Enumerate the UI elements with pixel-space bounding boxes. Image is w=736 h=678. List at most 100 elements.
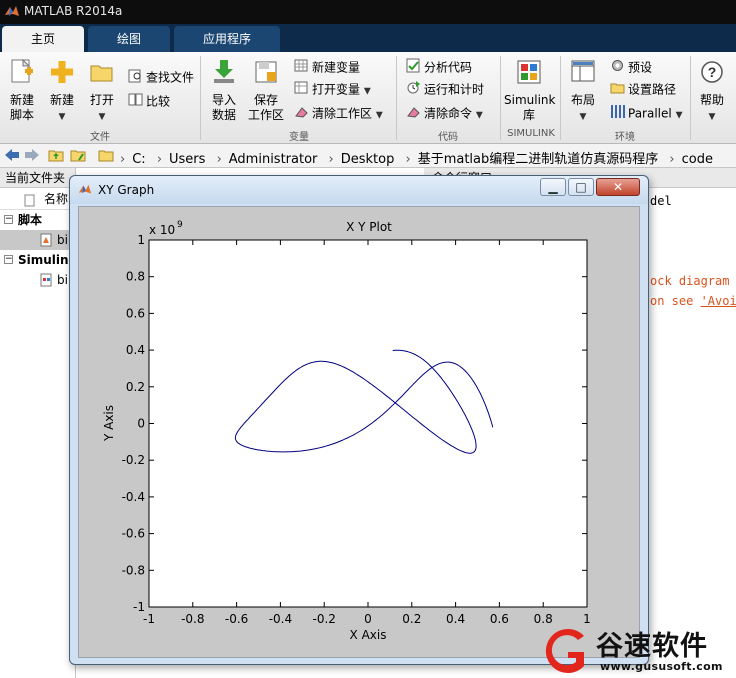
current-folder-title: 当前文件夹 xyxy=(0,168,75,188)
breadcrumb-item[interactable]: Administrator xyxy=(229,152,318,167)
command-warning-line: ock diagram ' xyxy=(650,274,736,288)
preferences-button[interactable]: 预设 xyxy=(610,58,652,76)
up-folder-icon[interactable] xyxy=(48,148,64,165)
group-label-code: 代码 xyxy=(438,132,458,143)
find-files-button[interactable]: 查找文件 xyxy=(128,68,194,86)
maximize-button[interactable]: □ xyxy=(568,178,594,196)
x-tick-labels: -1 -0.8 -0.6 -0.4 -0.2 0 0.2 0.4 0.6 0.8 1 xyxy=(143,612,591,626)
tab-plots[interactable]: 绘图 xyxy=(88,26,170,52)
y-tick-label: -0.6 xyxy=(122,527,145,541)
clear-workspace-button[interactable]: 清除工作区 ▼ xyxy=(294,104,383,122)
breadcrumb-item[interactable]: 基于matlab编程二进制轨道仿真源码程序 xyxy=(418,152,659,167)
breadcrumb-item[interactable]: Desktop xyxy=(341,152,395,167)
analyze-code-icon xyxy=(406,58,421,78)
new-variable-button[interactable]: 新建变量 xyxy=(294,58,360,76)
y-tick-label: 0 xyxy=(137,417,145,431)
help-button[interactable]: ? 帮助 ▼ xyxy=(694,58,730,125)
y-tick-label: 0.8 xyxy=(126,270,145,284)
analyze-code-button[interactable]: 分析代码 xyxy=(406,58,472,76)
ribbon-separator xyxy=(200,56,201,140)
find-files-label: 查找文件 xyxy=(146,70,195,85)
set-path-button[interactable]: 设置路径 xyxy=(610,80,676,98)
scripts-group[interactable]: − 脚本 xyxy=(0,210,75,230)
y-tick-label: -0.8 xyxy=(122,563,145,577)
open-variable-button[interactable]: 打开变量 ▼ xyxy=(294,80,371,98)
browse-folder-icon[interactable] xyxy=(70,148,86,165)
clear-workspace-icon xyxy=(294,104,309,124)
simulink-library-button[interactable]: Simulink 库 xyxy=(504,58,555,123)
new-variable-label: 新建变量 xyxy=(312,60,361,75)
simulink-group[interactable]: − Simulink xyxy=(0,250,77,270)
command-warning-line: on see 'Avoi xyxy=(650,294,736,308)
watermark-brand: 谷速软件 xyxy=(596,631,708,662)
figure-canvas: X Y Plot x 10 9 -1 -0.8 -0.6 -0.4 -0.2 0 0.2 0.… xyxy=(78,206,640,658)
import-data-icon xyxy=(206,58,242,90)
tab-apps[interactable]: 应用程序 xyxy=(174,26,280,52)
y-tick-label: -1 xyxy=(133,600,145,614)
x-tick-label: -1 xyxy=(143,612,155,626)
run-and-time-icon xyxy=(406,80,421,100)
y-tick-label: 1 xyxy=(137,233,145,247)
y-tick-label: 0.6 xyxy=(126,306,145,320)
breadcrumb-separator: › xyxy=(156,152,163,167)
clear-commands-button[interactable]: 清除命令 ▼ xyxy=(406,104,483,122)
ribbon-separator xyxy=(500,56,501,140)
clear-workspace-label: 清除工作区 xyxy=(312,106,373,121)
new-dropdown-caret: ▼ xyxy=(58,112,66,122)
breadcrumb-separator: › xyxy=(405,152,411,167)
layout-button[interactable]: 布局 ▼ xyxy=(564,58,602,125)
figure-title-bar[interactable]: XY Graph ▁ □ ✕ xyxy=(70,176,648,204)
simulink-group-label: Simulink xyxy=(18,253,77,267)
new-script-button[interactable]: 新建 脚本 xyxy=(4,58,40,123)
matlab-figure-icon xyxy=(78,183,92,200)
back-arrow-icon[interactable] xyxy=(4,148,20,165)
watermark-logo: 谷速软件 www.gususoft.com xyxy=(534,622,736,678)
xy-graph-window: XY Graph ▁ □ ✕ X Y Plot x 10 9 -1 -0.8 -0.… xyxy=(69,175,649,665)
clear-commands-label: 清除命令 xyxy=(424,106,473,121)
compare-button[interactable]: 比较 xyxy=(128,92,170,110)
breadcrumb-item[interactable]: C: xyxy=(132,152,145,167)
collapse-icon[interactable]: − xyxy=(4,215,13,224)
group-label-simulink: SIMULINK xyxy=(507,128,555,139)
help-label: 帮助 xyxy=(699,93,724,107)
parallel-button[interactable]: Parallel ▼ xyxy=(610,104,682,122)
clear-workspace-caret: ▼ xyxy=(375,110,383,121)
compare-icon xyxy=(128,92,143,112)
x-tick-label: -0.8 xyxy=(181,612,204,626)
breadcrumb-item[interactable]: Users xyxy=(169,152,205,167)
analyze-code-label: 分析代码 xyxy=(424,60,473,75)
figure-window-title: XY Graph xyxy=(98,183,155,197)
collapse-icon[interactable]: − xyxy=(4,255,13,264)
name-column-header[interactable]: 名称 xyxy=(0,188,75,210)
open-button[interactable]: 打开 ▼ xyxy=(84,58,120,125)
compare-label: 比较 xyxy=(146,94,171,109)
run-and-time-button[interactable]: 运行和计时 xyxy=(406,80,484,98)
run-and-time-label: 运行和计时 xyxy=(424,82,485,97)
breadcrumb-item[interactable]: code xyxy=(682,152,713,167)
group-label-file: 文件 xyxy=(90,132,110,143)
ribbon-separator xyxy=(690,56,691,140)
matlab-logo-icon xyxy=(4,4,20,23)
help-question-icon: ? xyxy=(694,58,730,90)
xy-plot: X Y Plot x 10 9 -1 -0.8 -0.6 -0.4 -0.2 0 0.2 0.… xyxy=(102,220,591,642)
forward-arrow-icon[interactable] xyxy=(24,148,40,165)
x-tick-label: -0.6 xyxy=(225,612,248,626)
tab-home[interactable]: 主页 xyxy=(2,26,84,52)
ribbon-tabs: 主页 绘图 应用程序 xyxy=(0,24,736,52)
save-workspace-icon xyxy=(246,58,286,90)
file-list-item[interactable]: bi xyxy=(0,270,75,290)
plot-title: X Y Plot xyxy=(346,220,392,234)
save-workspace-button[interactable]: 保存 工作区 xyxy=(246,58,286,123)
x-tick-label: 0.2 xyxy=(402,612,421,626)
import-data-button[interactable]: 导入 数据 xyxy=(206,58,242,123)
parallel-label: Parallel xyxy=(628,106,672,121)
gear-icon xyxy=(610,58,625,78)
open-variable-icon xyxy=(294,80,309,100)
layout-icon xyxy=(564,58,602,90)
minimize-button[interactable]: ▁ xyxy=(540,178,566,196)
close-icon: ✕ xyxy=(612,180,624,194)
new-button[interactable]: 新建 ▼ xyxy=(44,58,80,125)
close-button[interactable]: ✕ xyxy=(596,178,640,196)
command-warning-link[interactable]: 'Avoi xyxy=(701,294,736,308)
file-list-item[interactable]: bi xyxy=(0,230,75,250)
